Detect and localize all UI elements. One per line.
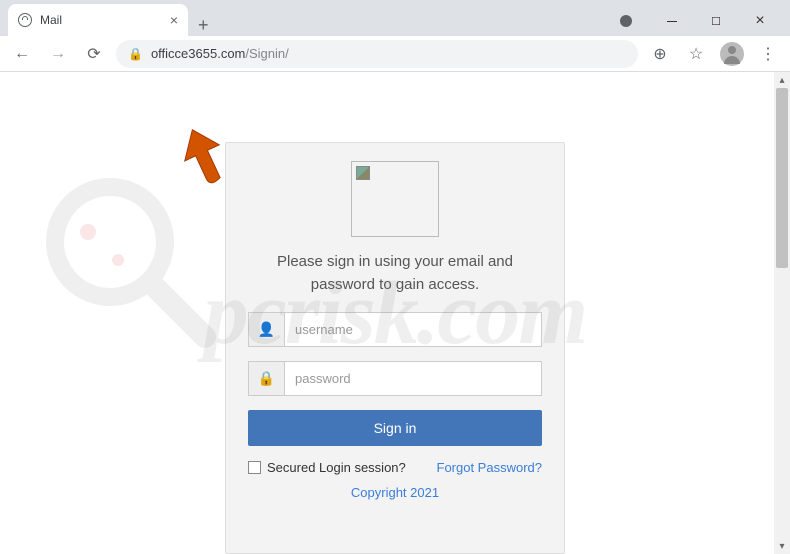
close-window-button[interactable]: × bbox=[738, 6, 782, 36]
checkbox-icon[interactable] bbox=[248, 461, 261, 474]
forgot-password-link[interactable]: Forgot Password? bbox=[437, 460, 543, 475]
tab-title: Mail bbox=[40, 13, 162, 27]
url-text: officce3655.com/Signin/ bbox=[151, 46, 289, 61]
options-row: Secured Login session? Forgot Password? bbox=[248, 460, 542, 475]
address-bar[interactable]: 🔒 officce3655.com/Signin/ bbox=[116, 40, 638, 68]
secured-session-checkbox[interactable]: Secured Login session? bbox=[248, 460, 406, 475]
scroll-up-icon[interactable]: ▴ bbox=[774, 72, 790, 88]
forward-button[interactable]: → bbox=[44, 40, 72, 68]
username-group: 👤 bbox=[248, 312, 542, 347]
page-content: ▴ ▾ pcrisk.com Please sign in using your… bbox=[0, 72, 790, 554]
copyright-link[interactable]: Copyright 2021 bbox=[351, 485, 439, 500]
zoom-icon[interactable]: ⊕ bbox=[646, 44, 674, 64]
browser-chrome: Mail × + ☐ × ← → ⟳ 🔒 officce3655.com/Sig… bbox=[0, 0, 790, 72]
password-group: 🔒 bbox=[248, 361, 542, 396]
username-input[interactable] bbox=[285, 313, 541, 346]
window-controls: ☐ × bbox=[620, 6, 782, 36]
signin-button[interactable]: Sign in bbox=[248, 410, 542, 446]
back-button[interactable]: ← bbox=[8, 40, 36, 68]
minimize-button[interactable] bbox=[650, 6, 694, 36]
menu-button[interactable]: ⋮ bbox=[754, 44, 782, 64]
browser-tab[interactable]: Mail × bbox=[8, 4, 188, 36]
password-input[interactable] bbox=[285, 362, 541, 395]
profile-avatar[interactable] bbox=[718, 42, 746, 66]
toolbar: ← → ⟳ 🔒 officce3655.com/Signin/ ⊕ ☆ ⋮ bbox=[0, 36, 790, 72]
scroll-down-icon[interactable]: ▾ bbox=[774, 538, 790, 554]
scrollbar[interactable]: ▴ ▾ bbox=[774, 72, 790, 554]
new-tab-button[interactable]: + bbox=[188, 15, 219, 36]
bookmark-icon[interactable]: ☆ bbox=[682, 44, 710, 64]
incognito-dot-icon bbox=[620, 15, 632, 27]
reload-button[interactable]: ⟳ bbox=[80, 40, 108, 68]
copyright-text: Copyright 2021 bbox=[248, 485, 542, 500]
maximize-button[interactable]: ☐ bbox=[694, 6, 738, 36]
user-icon: 👤 bbox=[249, 313, 285, 346]
scrollbar-thumb[interactable] bbox=[776, 88, 788, 268]
lock-icon: 🔒 bbox=[128, 47, 143, 61]
secured-label: Secured Login session? bbox=[267, 460, 406, 475]
lock-field-icon: 🔒 bbox=[249, 362, 285, 395]
annotation-arrow bbox=[175, 122, 235, 197]
logo-placeholder bbox=[351, 161, 439, 237]
globe-icon bbox=[18, 13, 32, 27]
signin-heading: Please sign in using your email and pass… bbox=[248, 251, 542, 296]
broken-image-icon bbox=[356, 166, 370, 180]
titlebar: Mail × + ☐ × bbox=[0, 0, 790, 36]
close-icon[interactable]: × bbox=[170, 12, 178, 28]
login-card: Please sign in using your email and pass… bbox=[225, 142, 565, 554]
